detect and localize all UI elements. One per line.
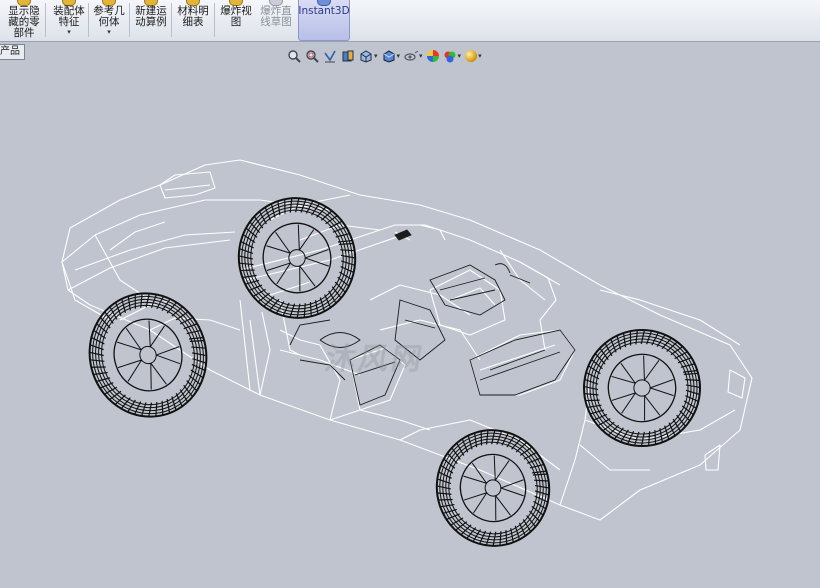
edit-appearance-icon[interactable]	[426, 50, 439, 62]
show-hidden-components-button[interactable]: 显示隐 藏的零 部件	[5, 0, 43, 40]
new-motion-study-button[interactable]: 新建运 动算例	[132, 0, 170, 40]
section-view-icon[interactable]	[341, 49, 355, 63]
chevron-down-icon[interactable]: ▾	[478, 52, 482, 60]
chevron-down-icon[interactable]: ▾	[458, 52, 462, 60]
assembly-features-label: 装配体 特征	[53, 5, 85, 28]
wheel-front-left	[88, 292, 208, 418]
ribbon-separator	[88, 3, 89, 37]
ribbon-separator	[129, 3, 130, 37]
chevron-down-icon[interactable]: ▾	[419, 52, 423, 60]
instant3d-button[interactable]: Instant3D	[298, 0, 350, 41]
seat-front-right	[469, 329, 576, 396]
chevron-down-icon[interactable]: ▾	[397, 52, 401, 60]
car-wireframe-model[interactable]	[0, 66, 820, 585]
chevron-down-icon[interactable]: ▾	[107, 28, 111, 36]
reference-geometry-button[interactable]: 参考几 何体 ▾	[90, 0, 128, 40]
chevron-down-icon[interactable]: ▾	[374, 52, 378, 60]
watermark-text: 沐风网	[322, 342, 428, 377]
wheel-rear-left	[237, 197, 357, 319]
ribbon-separator	[45, 3, 46, 37]
explode-line-sketch-button[interactable]: 爆炸直 线草图	[256, 0, 296, 40]
ribbon-separator	[214, 3, 215, 37]
previous-view-icon[interactable]	[323, 49, 337, 63]
explode-line-sketch-label: 爆炸直 线草图	[260, 5, 292, 28]
tab-product-label: 产品	[0, 46, 20, 57]
ribbon-separator	[171, 3, 172, 37]
reference-geometry-label: 参考几 何体	[93, 5, 125, 28]
new-motion-study-label: 新建运 动算例	[135, 5, 167, 28]
graphics-viewport[interactable]: 沐风网	[0, 66, 820, 585]
view-orientation-icon[interactable]	[359, 49, 373, 63]
zoom-to-area-icon[interactable]	[305, 49, 319, 63]
bill-of-materials-button[interactable]: 材料明 细表	[174, 0, 212, 40]
bill-of-materials-label: 材料明 细表	[177, 5, 209, 28]
zoom-to-fit-icon[interactable]	[287, 49, 301, 63]
heads-up-view-toolbar: ▾ ▾ ▾ ▾ ▾	[287, 46, 482, 66]
apply-scene-icon[interactable]	[443, 49, 457, 63]
instant3d-label: Instant3D	[298, 5, 350, 17]
exploded-view-button[interactable]: 爆炸视 图	[217, 0, 255, 40]
exploded-view-label: 爆炸视 图	[220, 5, 252, 28]
view-settings-icon[interactable]	[465, 50, 478, 62]
assembly-features-button[interactable]: 装配体 特征 ▾	[50, 0, 88, 40]
command-manager-ribbon: 显示隐 藏的零 部件 装配体 特征 ▾ 参考几 何体 ▾ 新建运 动算例 材料明…	[0, 0, 820, 42]
chevron-down-icon[interactable]: ▾	[67, 28, 71, 36]
tab-product[interactable]: 产品	[0, 44, 25, 60]
hide-show-items-icon[interactable]	[404, 49, 419, 63]
wheel-front-right	[435, 429, 551, 547]
display-style-icon[interactable]	[382, 49, 396, 63]
show-hidden-components-label: 显示隐 藏的零 部件	[8, 5, 40, 39]
